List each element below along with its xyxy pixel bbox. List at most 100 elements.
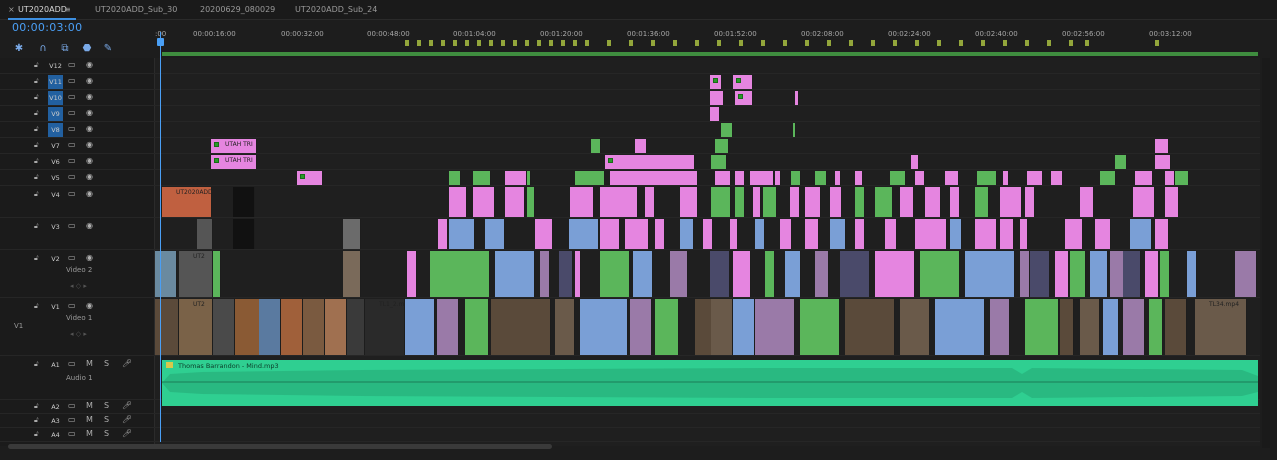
clip-v1[interactable] — [655, 299, 679, 355]
clip-v4[interactable] — [900, 187, 914, 217]
clip-v3[interactable] — [885, 219, 897, 249]
eye-icon[interactable]: ◉ — [86, 92, 93, 101]
sequence-marker[interactable] — [607, 40, 611, 46]
clip-v4[interactable]: UT2020ADD — [162, 187, 213, 217]
clip-v1[interactable] — [733, 299, 755, 355]
track-header-v10[interactable]: 🔓︎ V10 ▭ ◉ — [0, 90, 155, 106]
sync-lock-icon[interactable]: ▭ — [68, 156, 76, 165]
clip-v4[interactable] — [527, 187, 535, 217]
track-label[interactable]: Video 1 — [66, 314, 92, 322]
lock-icon[interactable]: 🔓︎ — [34, 61, 39, 70]
sequence-marker[interactable] — [453, 40, 457, 46]
clip-v11[interactable] — [710, 75, 722, 89]
playhead-timecode[interactable]: 00:00:03:00 — [12, 21, 82, 34]
tab-sequence-1[interactable]: UT2020ADD — [18, 0, 67, 20]
clip-v3[interactable] — [1000, 219, 1014, 249]
clip-v1[interactable] — [755, 299, 795, 355]
clip-v1[interactable] — [990, 299, 1010, 355]
clip-v7[interactable] — [591, 139, 601, 153]
marker-icon[interactable]: ⬣ — [80, 42, 94, 56]
clip-v6[interactable] — [1155, 155, 1171, 169]
clip-v2[interactable] — [965, 251, 1015, 297]
sync-lock-icon[interactable]: ▭ — [68, 301, 76, 310]
clip-v3[interactable] — [197, 219, 213, 249]
clip-v3[interactable] — [780, 219, 792, 249]
sequence-marker[interactable] — [561, 40, 565, 46]
lane-v6[interactable] — [155, 154, 1260, 170]
clip-v1[interactable] — [347, 299, 365, 355]
sequence-marker[interactable] — [629, 40, 633, 46]
track-target-v10[interactable]: V10 — [48, 91, 63, 105]
clip-v2[interactable] — [633, 251, 653, 297]
sync-lock-icon[interactable]: ▭ — [68, 253, 76, 262]
sync-lock-icon[interactable]: ▭ — [68, 429, 76, 438]
sync-lock-icon[interactable]: ▭ — [68, 108, 76, 117]
clip-v3[interactable] — [1065, 219, 1083, 249]
lane-a3[interactable] — [155, 414, 1260, 428]
clip-v4[interactable] — [645, 187, 655, 217]
sequence-marker[interactable] — [937, 40, 941, 46]
clip-v5[interactable] — [575, 171, 605, 185]
clip-v2[interactable] — [1090, 251, 1108, 297]
clip-v3[interactable] — [703, 219, 713, 249]
sequence-marker[interactable] — [717, 40, 721, 46]
clip-v2[interactable] — [710, 251, 730, 297]
lock-icon[interactable]: 🔓︎ — [34, 302, 39, 311]
clip-v1[interactable] — [437, 299, 459, 355]
sequence-marker[interactable] — [695, 40, 699, 46]
eye-icon[interactable]: ◉ — [86, 124, 93, 133]
clip-v10[interactable] — [710, 91, 724, 105]
clip-v4[interactable] — [680, 187, 698, 217]
track-header-a3[interactable]: 🔓︎ A3 ▭ M S 🎤︎ — [0, 414, 155, 428]
sequence-marker[interactable] — [417, 40, 421, 46]
clip-v4[interactable] — [830, 187, 842, 217]
sequence-marker[interactable] — [1155, 40, 1159, 46]
clip-v6[interactable]: UTAH TRI — [211, 155, 257, 169]
clip-v1[interactable] — [325, 299, 347, 355]
sequence-marker[interactable] — [465, 40, 469, 46]
lock-icon[interactable]: 🔓︎ — [34, 109, 39, 118]
clip-v1[interactable] — [1025, 299, 1059, 355]
clip-v4[interactable] — [763, 187, 777, 217]
clip-v5[interactable] — [473, 171, 491, 185]
clip-v5[interactable] — [449, 171, 461, 185]
sync-lock-icon[interactable]: ▭ — [68, 172, 76, 181]
sequence-marker[interactable] — [871, 40, 875, 46]
clip-v2[interactable] — [600, 251, 630, 297]
clip-v3[interactable] — [855, 219, 865, 249]
clip-v5[interactable] — [735, 171, 745, 185]
clip-v4[interactable] — [1080, 187, 1094, 217]
clip-v2[interactable] — [920, 251, 960, 297]
sync-lock-icon[interactable]: ▭ — [68, 124, 76, 133]
clip-v2[interactable] — [1020, 251, 1030, 297]
wrench-icon[interactable]: ✎ — [101, 42, 115, 56]
clip-v5[interactable] — [915, 171, 925, 185]
clip-v4[interactable] — [600, 187, 638, 217]
sequence-marker[interactable] — [477, 40, 481, 46]
clip-v3[interactable] — [805, 219, 819, 249]
clip-v1[interactable] — [900, 299, 930, 355]
lane-v4[interactable] — [155, 186, 1260, 218]
clip-v2[interactable] — [670, 251, 688, 297]
clip-v4[interactable] — [925, 187, 941, 217]
eye-icon[interactable]: ◉ — [86, 140, 93, 149]
sync-lock-icon[interactable]: ▭ — [68, 189, 76, 198]
mute-button[interactable]: M — [86, 429, 93, 438]
sequence-marker[interactable] — [893, 40, 897, 46]
keyframe-nav-icon[interactable]: ◂ ◇ ▸ — [70, 330, 87, 338]
track-header-a1[interactable]: 🔓︎ A1 ▭ M S 🎤︎ Audio 1 — [0, 356, 155, 400]
clip-v5[interactable] — [750, 171, 774, 185]
clip-v4[interactable] — [805, 187, 821, 217]
clip-v2[interactable] — [765, 251, 775, 297]
eye-icon[interactable]: ◉ — [86, 253, 93, 262]
clip-v1[interactable] — [1080, 299, 1100, 355]
track-header-v12[interactable]: 🔓︎ V12 ▭ ◉ — [0, 58, 155, 74]
sequence-marker[interactable] — [441, 40, 445, 46]
microphone-icon[interactable]: 🎤︎ — [122, 415, 132, 424]
eye-icon[interactable]: ◉ — [86, 108, 93, 117]
mute-button[interactable]: M — [86, 401, 93, 410]
clip-v4[interactable] — [1000, 187, 1022, 217]
eye-icon[interactable]: ◉ — [86, 221, 93, 230]
clip-v1[interactable] — [711, 299, 733, 355]
clip-v5[interactable] — [791, 171, 801, 185]
